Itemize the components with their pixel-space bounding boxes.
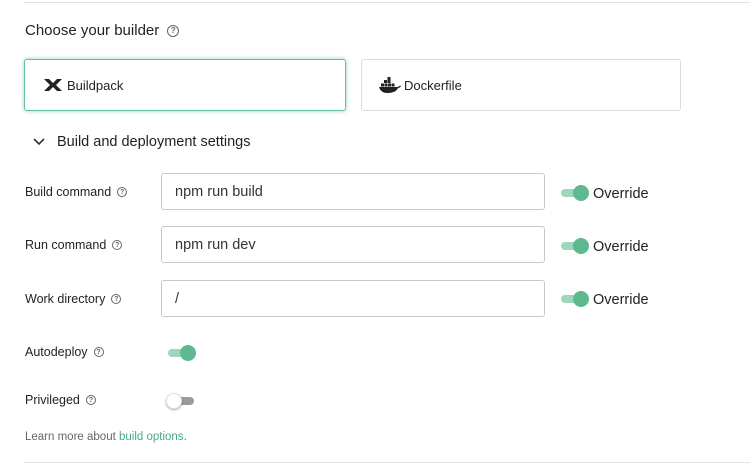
help-icon[interactable]: ? (85, 395, 96, 405)
toggle-knob (180, 345, 196, 361)
buildpack-icon (42, 77, 64, 93)
work-directory-label: Work directory ? (25, 292, 122, 306)
footer-prefix: Learn more about (25, 431, 119, 443)
privileged-label: Privileged ? (25, 393, 96, 407)
work-directory-input[interactable] (161, 280, 545, 317)
builder-option-label: Buildpack (67, 77, 124, 93)
toggle-knob (166, 393, 182, 409)
footer-help-text: Learn more about build options. (25, 431, 187, 443)
autodeploy-label-text: Autodeploy (25, 345, 88, 359)
toggle-knob (573, 291, 589, 307)
toggle-knob (573, 185, 589, 201)
run-command-label: Run command ? (25, 238, 123, 252)
build-command-label-text: Build command (25, 185, 112, 199)
top-divider (24, 2, 750, 3)
help-icon[interactable]: ? (117, 187, 128, 197)
build-settings-expander[interactable]: Build and deployment settings (33, 134, 250, 150)
work-directory-override-toggle[interactable] (561, 290, 589, 308)
build-command-input[interactable] (161, 173, 545, 210)
run-command-input[interactable] (161, 226, 545, 263)
builder-section-title: Choose your builder ? (25, 22, 180, 39)
run-command-override-label: Override (593, 239, 649, 255)
build-options-link[interactable]: build options (119, 431, 184, 443)
builder-title-text: Choose your builder (25, 22, 160, 39)
build-command-override-label: Override (593, 186, 649, 202)
build-command-override-toggle[interactable] (561, 184, 589, 202)
autodeploy-label: Autodeploy ? (25, 345, 104, 359)
build-command-label: Build command ? (25, 185, 128, 199)
expander-label: Build and deployment settings (57, 134, 251, 150)
run-command-label-text: Run command (25, 238, 107, 252)
run-command-override-toggle[interactable] (561, 237, 589, 255)
toggle-knob (573, 238, 589, 254)
builder-option-dockerfile[interactable]: Dockerfile (361, 59, 681, 111)
autodeploy-toggle[interactable] (168, 344, 196, 362)
builder-option-buildpack[interactable]: Buildpack (24, 59, 346, 111)
help-icon[interactable]: ? (112, 240, 123, 250)
privileged-toggle[interactable] (166, 392, 194, 410)
bottom-divider (24, 462, 750, 463)
builder-option-label: Dockerfile (404, 77, 462, 93)
help-icon[interactable]: ? (167, 24, 180, 37)
help-icon[interactable]: ? (93, 347, 104, 357)
footer-suffix: . (183, 431, 187, 443)
work-directory-label-text: Work directory (25, 292, 106, 306)
help-icon[interactable]: ? (111, 294, 122, 304)
privileged-label-text: Privileged (25, 393, 80, 407)
chevron-down-icon (33, 138, 47, 146)
docker-icon (379, 77, 401, 93)
work-directory-override-label: Override (593, 292, 649, 308)
